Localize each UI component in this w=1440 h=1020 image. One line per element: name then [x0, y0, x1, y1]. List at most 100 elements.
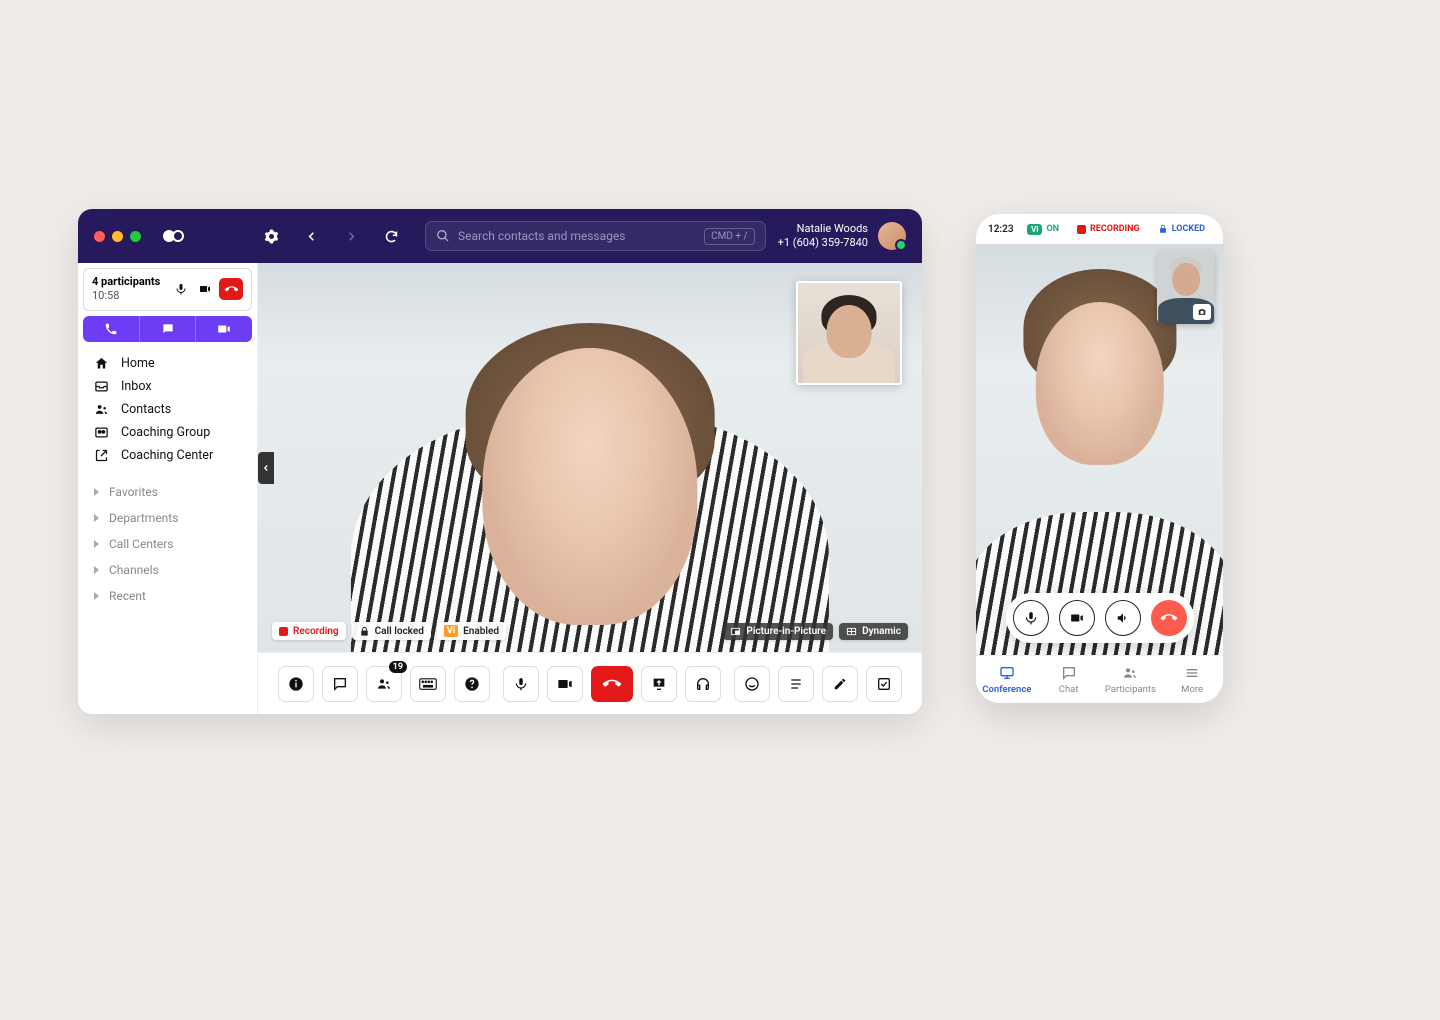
call-duration: 10:58 [92, 289, 167, 303]
flip-camera-button[interactable] [1193, 304, 1211, 320]
controls-right [734, 666, 902, 702]
chip-text: LOCKED [1172, 224, 1205, 234]
new-message-button[interactable] [139, 316, 196, 342]
reactions-button[interactable] [734, 666, 770, 702]
tab-label: More [1181, 684, 1203, 695]
forward-button[interactable] [337, 222, 365, 250]
tab-chat[interactable]: Chat [1038, 656, 1100, 703]
primary-nav: Home Inbox Contacts Coaching Group Coach… [78, 342, 257, 473]
audio-device-button[interactable] [685, 666, 721, 702]
refresh-button[interactable] [377, 222, 405, 250]
maximize-window-button[interactable] [130, 231, 141, 242]
user-phone: +1 (604) 359-7840 [778, 236, 868, 250]
lock-icon [359, 626, 370, 637]
sidebar: 4 participants 10:58 [78, 263, 258, 714]
microphone-button[interactable] [503, 666, 539, 702]
tab-more[interactable]: More [1161, 656, 1223, 703]
nav-label: Inbox [121, 379, 152, 394]
inbox-icon [94, 379, 109, 394]
search-bar[interactable]: CMD + / [425, 221, 766, 251]
help-button[interactable] [454, 666, 490, 702]
mobile-self-view[interactable] [1157, 250, 1215, 324]
nav-label: Coaching Center [121, 448, 213, 463]
group-call-centers[interactable]: Call Centers [78, 531, 257, 557]
minimize-window-button[interactable] [112, 231, 123, 242]
main-video-area: Recording Call locked ViEnabled Picture-… [258, 263, 922, 714]
sidebar-collapse-button[interactable] [258, 452, 274, 484]
mobile-clock: 12:23 [988, 224, 1014, 235]
pip-thumbnail[interactable] [796, 281, 902, 385]
chat-icon [1061, 665, 1077, 681]
chevron-right-icon [94, 566, 99, 574]
group-recent[interactable]: Recent [78, 583, 257, 609]
badge-text: Enabled [463, 626, 499, 637]
tasks-button[interactable] [866, 666, 902, 702]
close-window-button[interactable] [94, 231, 105, 242]
video-stage: Recording Call locked ViEnabled Picture-… [258, 263, 922, 652]
contacts-icon [94, 402, 109, 417]
tab-label: Participants [1105, 684, 1156, 695]
mobile-camera-button[interactable] [1059, 600, 1095, 636]
nav-label: Coaching Group [121, 425, 210, 440]
recording-badge: Recording [272, 622, 346, 640]
lock-icon [1158, 224, 1168, 234]
chip-text: ON [1046, 224, 1059, 234]
user-menu[interactable]: Natalie Woods +1 (604) 359-7840 [778, 222, 906, 251]
camera-toggle[interactable] [195, 279, 215, 299]
nav-inbox[interactable]: Inbox [78, 375, 257, 398]
active-call-card: 4 participants 10:58 [83, 268, 252, 311]
keypad-button[interactable] [410, 666, 446, 702]
tab-participants[interactable]: Participants [1100, 656, 1162, 703]
back-button[interactable] [297, 222, 325, 250]
desktop-app-window: CMD + / Natalie Woods +1 (604) 359-7840 … [78, 209, 922, 714]
group-channels[interactable]: Channels [78, 557, 257, 583]
annotate-button[interactable] [822, 666, 858, 702]
mobile-app-frame: 12:23 ViON RECORDING LOCKED Conference [976, 214, 1223, 703]
notes-button[interactable] [778, 666, 814, 702]
badge-text: Picture-in-Picture [746, 626, 826, 637]
people-icon [1122, 665, 1138, 681]
settings-button[interactable] [257, 222, 285, 250]
sidebar-groups: Favorites Departments Call Centers Chann… [78, 473, 257, 615]
locked-chip: LOCKED [1152, 221, 1211, 237]
call-participants-label: 4 participants [92, 275, 167, 289]
nav-coaching-group[interactable]: Coaching Group [78, 421, 257, 444]
tab-label: Conference [982, 684, 1031, 695]
tab-conference[interactable]: Conference [976, 656, 1038, 703]
participants-button[interactable]: 19 [366, 666, 402, 702]
info-button[interactable] [278, 666, 314, 702]
hangup-button[interactable] [219, 278, 243, 300]
group-label: Recent [109, 589, 146, 603]
search-icon [436, 229, 450, 243]
mobile-speaker-button[interactable] [1105, 600, 1141, 636]
new-video-button[interactable] [195, 316, 252, 342]
mobile-hangup-button[interactable] [1151, 600, 1187, 636]
group-departments[interactable]: Departments [78, 505, 257, 531]
menu-icon [1184, 665, 1200, 681]
nav-coaching-center[interactable]: Coaching Center [78, 444, 257, 467]
chat-button[interactable] [322, 666, 358, 702]
controls-left: 19 [278, 666, 490, 702]
app-logo [161, 224, 185, 248]
controls-center [503, 666, 721, 702]
mobile-call-controls [1006, 593, 1194, 643]
group-label: Call Centers [109, 537, 174, 551]
camera-button[interactable] [547, 666, 583, 702]
mobile-mic-button[interactable] [1013, 600, 1049, 636]
window-controls [94, 231, 141, 242]
search-input[interactable] [458, 229, 704, 243]
nav-contacts[interactable]: Contacts [78, 398, 257, 421]
screenshare-button[interactable] [641, 666, 677, 702]
new-call-button[interactable] [83, 316, 139, 342]
nav-label: Contacts [121, 402, 171, 417]
chevron-right-icon [94, 540, 99, 548]
mute-toggle[interactable] [171, 279, 191, 299]
pip-icon [730, 626, 741, 637]
end-call-button[interactable] [591, 666, 633, 702]
pip-mode-button[interactable]: Picture-in-Picture [723, 623, 833, 640]
nav-home[interactable]: Home [78, 352, 257, 375]
quick-action-row [83, 316, 252, 342]
layout-dynamic-button[interactable]: Dynamic [839, 623, 908, 640]
main-participant-video [351, 294, 829, 652]
group-favorites[interactable]: Favorites [78, 479, 257, 505]
